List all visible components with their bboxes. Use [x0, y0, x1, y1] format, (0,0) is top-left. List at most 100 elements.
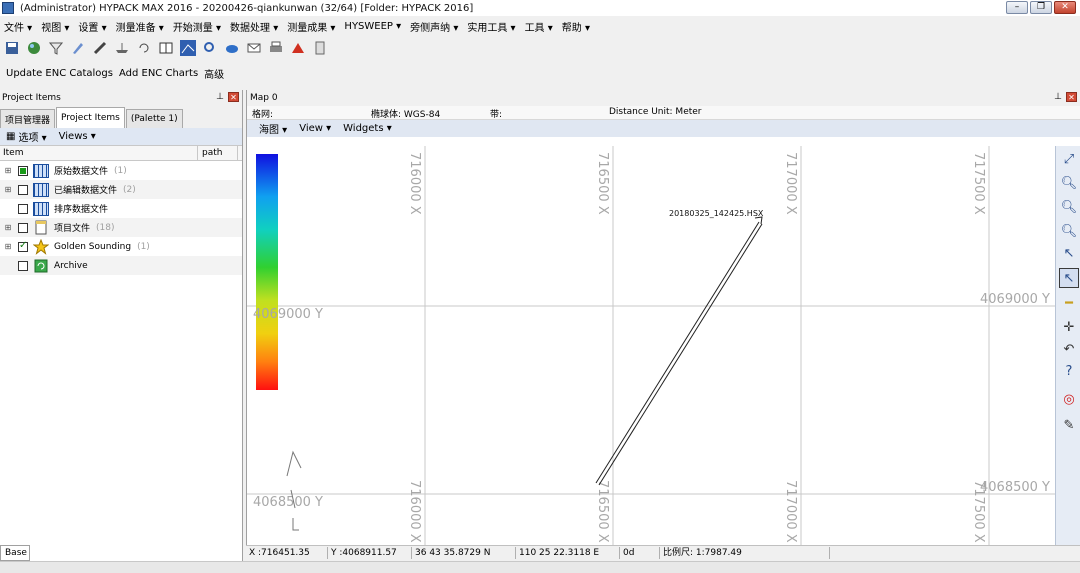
column-item[interactable]: Item [0, 146, 198, 160]
north-icon[interactable]: ✛ [1059, 318, 1079, 338]
globe-icon[interactable] [26, 40, 42, 56]
menu-survey-results[interactable]: 测量成果 ▾ [287, 19, 335, 34]
tree-label: 项目文件 [54, 224, 91, 234]
zoom-out-icon[interactable]: 🔍︎ [1059, 222, 1079, 242]
status-longitude: 110 25 22.3118 E [516, 547, 620, 559]
views-dropdown[interactable]: Views ▾ [59, 131, 96, 142]
pin-icon[interactable]: ⊥ [216, 92, 224, 102]
warning-icon[interactable] [290, 40, 306, 56]
options-icon: ▦ [6, 131, 16, 142]
document-icon[interactable] [312, 40, 328, 56]
status-scale: 比例尺: 1:7987.49 [660, 547, 830, 559]
ellipsoid-label: 椭球体: WGS-84 [371, 110, 441, 120]
tab-base[interactable]: Base [0, 545, 30, 561]
document-icon [32, 220, 49, 235]
checkbox-edited[interactable] [18, 184, 28, 195]
y-label-left-4069000: 4069000 Y [253, 307, 323, 322]
tree-row-raw[interactable]: ⊞ 原始数据文件 (1) [0, 161, 242, 180]
checkbox-golden-sounding[interactable] [18, 240, 28, 252]
filter-icon[interactable] [48, 40, 64, 56]
chart-menu[interactable]: 海图 ▾ [259, 121, 287, 136]
checkbox-archive[interactable] [18, 260, 28, 271]
options-dropdown[interactable]: 选项 ▾ [18, 129, 46, 144]
checkbox-sorted[interactable] [18, 203, 28, 214]
maximize-button[interactable]: ❐ [1030, 1, 1052, 14]
menu-file[interactable]: 文件 ▾ [4, 19, 32, 34]
north-arrow-icon [286, 450, 302, 531]
map-tools-sidebar: ⤢ 🔍︎ 🔍︎ 🔍︎ ↖ ↖ ━ ✛ ↶ ? ◎ ✎ [1055, 146, 1080, 545]
tree-row-archive[interactable]: Archive [0, 256, 242, 275]
checkbox-project-files[interactable] [18, 222, 28, 233]
zoom-in-icon[interactable]: 🔍︎ [1059, 174, 1079, 194]
map-close-button[interactable]: ✕ [1066, 92, 1077, 102]
vessel-dropdown-icon[interactable] [224, 40, 240, 56]
status-heading: 0d [620, 547, 660, 559]
menu-help[interactable]: 帮助 ▾ [562, 19, 590, 34]
minimize-button[interactable]: – [1006, 1, 1028, 14]
save-icon[interactable] [4, 40, 20, 56]
widgets-menu[interactable]: Widgets ▾ [343, 123, 392, 134]
project-items-panel: Project Items ⊥ ✕ 项目管理器 Project Items (P… [0, 90, 243, 561]
expand-icon[interactable]: ⊞ [4, 223, 12, 232]
expand-icon[interactable]: ⊞ [4, 166, 12, 175]
tab-project-items[interactable]: Project Items [56, 107, 125, 128]
star-icon [32, 238, 49, 255]
tab-project-manager[interactable]: 项目管理器 [0, 109, 56, 128]
advanced-button[interactable]: 高级 [204, 66, 224, 81]
zoom-window-icon[interactable]: 🔍︎ [1059, 198, 1079, 218]
pointer-icon[interactable]: ↖ [1059, 268, 1079, 288]
menu-utilities[interactable]: 实用工具 ▾ [467, 19, 515, 34]
panel-close-button[interactable]: ✕ [228, 92, 239, 102]
main-toolbar [0, 37, 380, 59]
target-icon[interactable]: ◎ [1059, 390, 1079, 410]
view-menu[interactable]: View ▾ [299, 123, 331, 134]
y-label-right-4069000: 4069000 Y [980, 292, 1050, 307]
status-latitude: 36 43 35.8729 N [412, 547, 516, 559]
menu-start-survey[interactable]: 开始测量 ▾ [173, 19, 221, 34]
menu-settings[interactable]: 设置 ▾ [78, 19, 106, 34]
zoom-extents-icon[interactable]: ⤢ [1059, 150, 1079, 170]
edit-icon[interactable]: ✎ [1059, 416, 1079, 436]
expand-icon[interactable]: ⊞ [4, 242, 12, 251]
tree-label: Golden Sounding [54, 241, 132, 252]
bottom-strip [0, 561, 1080, 573]
boat-dropdown-icon[interactable] [114, 40, 130, 56]
column-path[interactable]: path [198, 146, 238, 160]
tree-row-project-files[interactable]: ⊞ 项目文件 (18) [0, 218, 242, 237]
query-icon[interactable]: ? [1059, 362, 1079, 382]
search-dropdown-icon[interactable] [202, 40, 218, 56]
grid-label: 格网: [252, 110, 274, 120]
tab-palette[interactable]: (Palette 1) [125, 109, 183, 128]
select-arrow-icon[interactable]: ↖ [1059, 244, 1079, 264]
tree-row-golden-sounding[interactable]: ⊞ Golden Sounding (1) [0, 237, 242, 256]
checkbox-raw[interactable] [18, 165, 28, 176]
menu-hysweep[interactable]: HYSWEEP ▾ [344, 21, 401, 32]
menu-survey-prep[interactable]: 测量准备 ▾ [116, 19, 164, 34]
menu-side-scan[interactable]: 旁侧声纳 ▾ [410, 19, 458, 34]
expand-icon[interactable]: ⊞ [4, 185, 12, 194]
printer-icon[interactable] [268, 40, 284, 56]
tree-row-edited[interactable]: ⊞ 已编辑数据文件 (2) [0, 180, 242, 199]
panel-tabs: 项目管理器 Project Items (Palette 1) [0, 106, 242, 128]
tree-row-sorted[interactable]: 排序数据文件 [0, 199, 242, 218]
menu-tools[interactable]: 工具 ▾ [525, 19, 553, 34]
survey-map-icon[interactable] [180, 40, 196, 56]
pin-icon[interactable]: ⊥ [1054, 92, 1062, 102]
close-button[interactable]: ✕ [1054, 1, 1076, 14]
mail-icon[interactable] [246, 40, 262, 56]
menu-data-processing[interactable]: 数据处理 ▾ [230, 19, 278, 34]
survey-track-line[interactable] [595, 221, 760, 484]
edit-dropdown-icon[interactable] [70, 40, 86, 56]
book-icon[interactable] [158, 40, 174, 56]
map-canvas[interactable]: 716000 X 716500 X 717000 X 717500 X 7160… [247, 146, 1055, 545]
title-bar: (Administrator) HYPACK MAX 2016 - 202004… [0, 0, 1080, 16]
y-label-left-4068500: 4068500 Y [253, 495, 323, 510]
satellite-icon[interactable] [92, 40, 108, 56]
update-enc-catalogs-button[interactable]: Update ENC Catalogs [6, 68, 113, 79]
zone-label: 带: [490, 110, 503, 120]
menu-view[interactable]: 视图 ▾ [41, 19, 69, 34]
rotate-icon[interactable]: ↶ [1059, 340, 1079, 360]
ruler-icon[interactable]: ━ [1059, 294, 1079, 314]
add-enc-charts-button[interactable]: Add ENC Charts [119, 68, 198, 79]
undo-icon[interactable] [136, 40, 152, 56]
